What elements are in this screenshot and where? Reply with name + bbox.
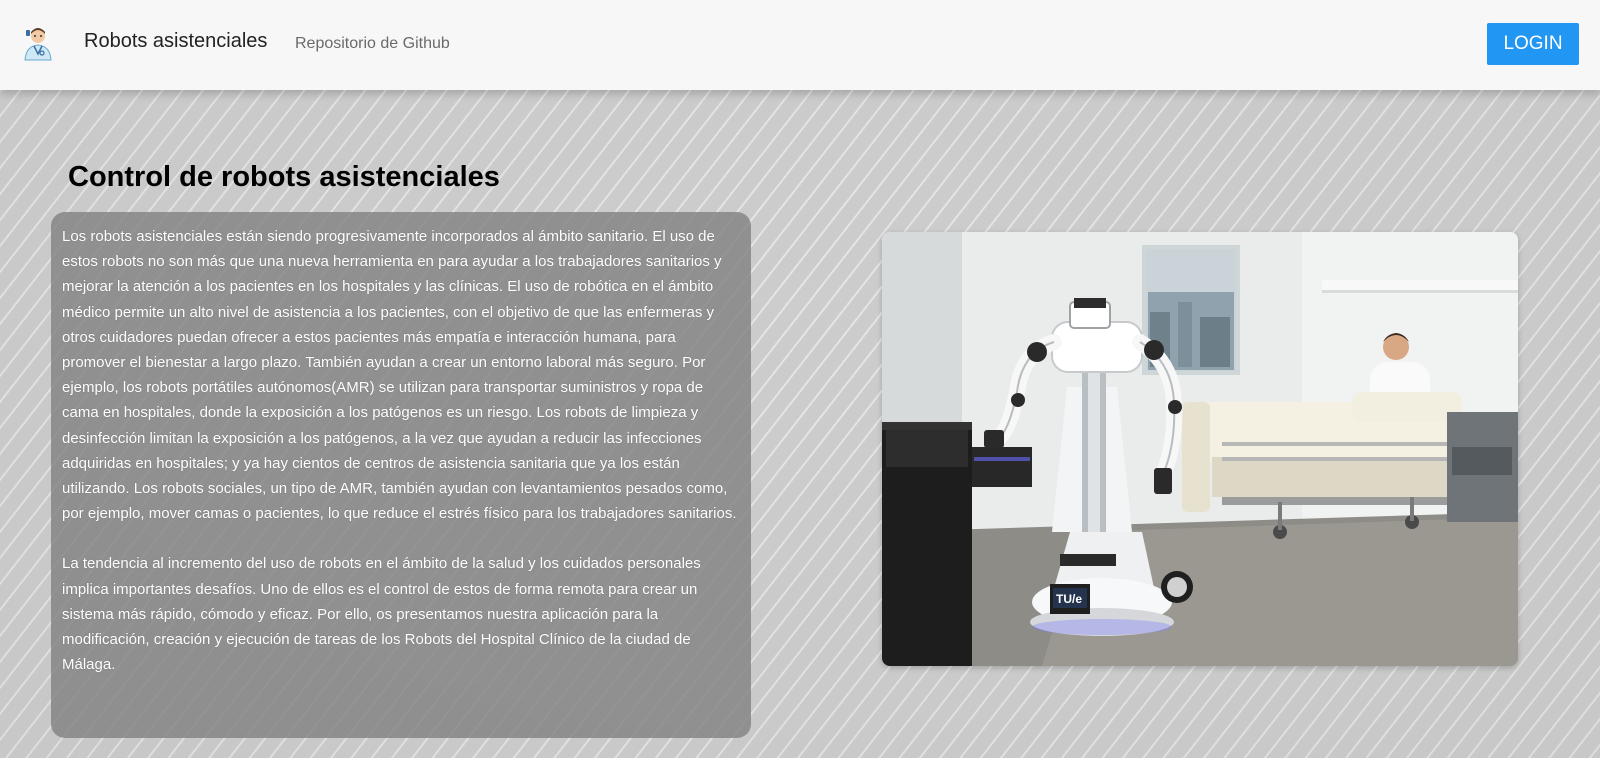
hospital-robot-photo: TU/e	[882, 232, 1518, 666]
description-panel: Los robots asistenciales están siendo pr…	[51, 212, 751, 738]
description-paragraph-1: Los robots asistenciales están siendo pr…	[62, 228, 737, 523]
robot-badge: TU/e	[1056, 592, 1082, 606]
hospital-robot-illustration: TU/e	[882, 232, 1518, 666]
description-paragraph-2: La tendencia al incremento del uso de ro…	[62, 555, 701, 674]
github-repo-link[interactable]: Repositorio de Github	[295, 35, 450, 53]
navbar: Robots asistenciales Repositorio de Gith…	[0, 0, 1600, 90]
login-button[interactable]: LOGIN	[1487, 23, 1579, 65]
doctor-logo-icon[interactable]	[22, 26, 54, 62]
page-title: Control de robots asistenciales	[68, 161, 500, 193]
brand-title[interactable]: Robots asistenciales	[84, 30, 267, 53]
